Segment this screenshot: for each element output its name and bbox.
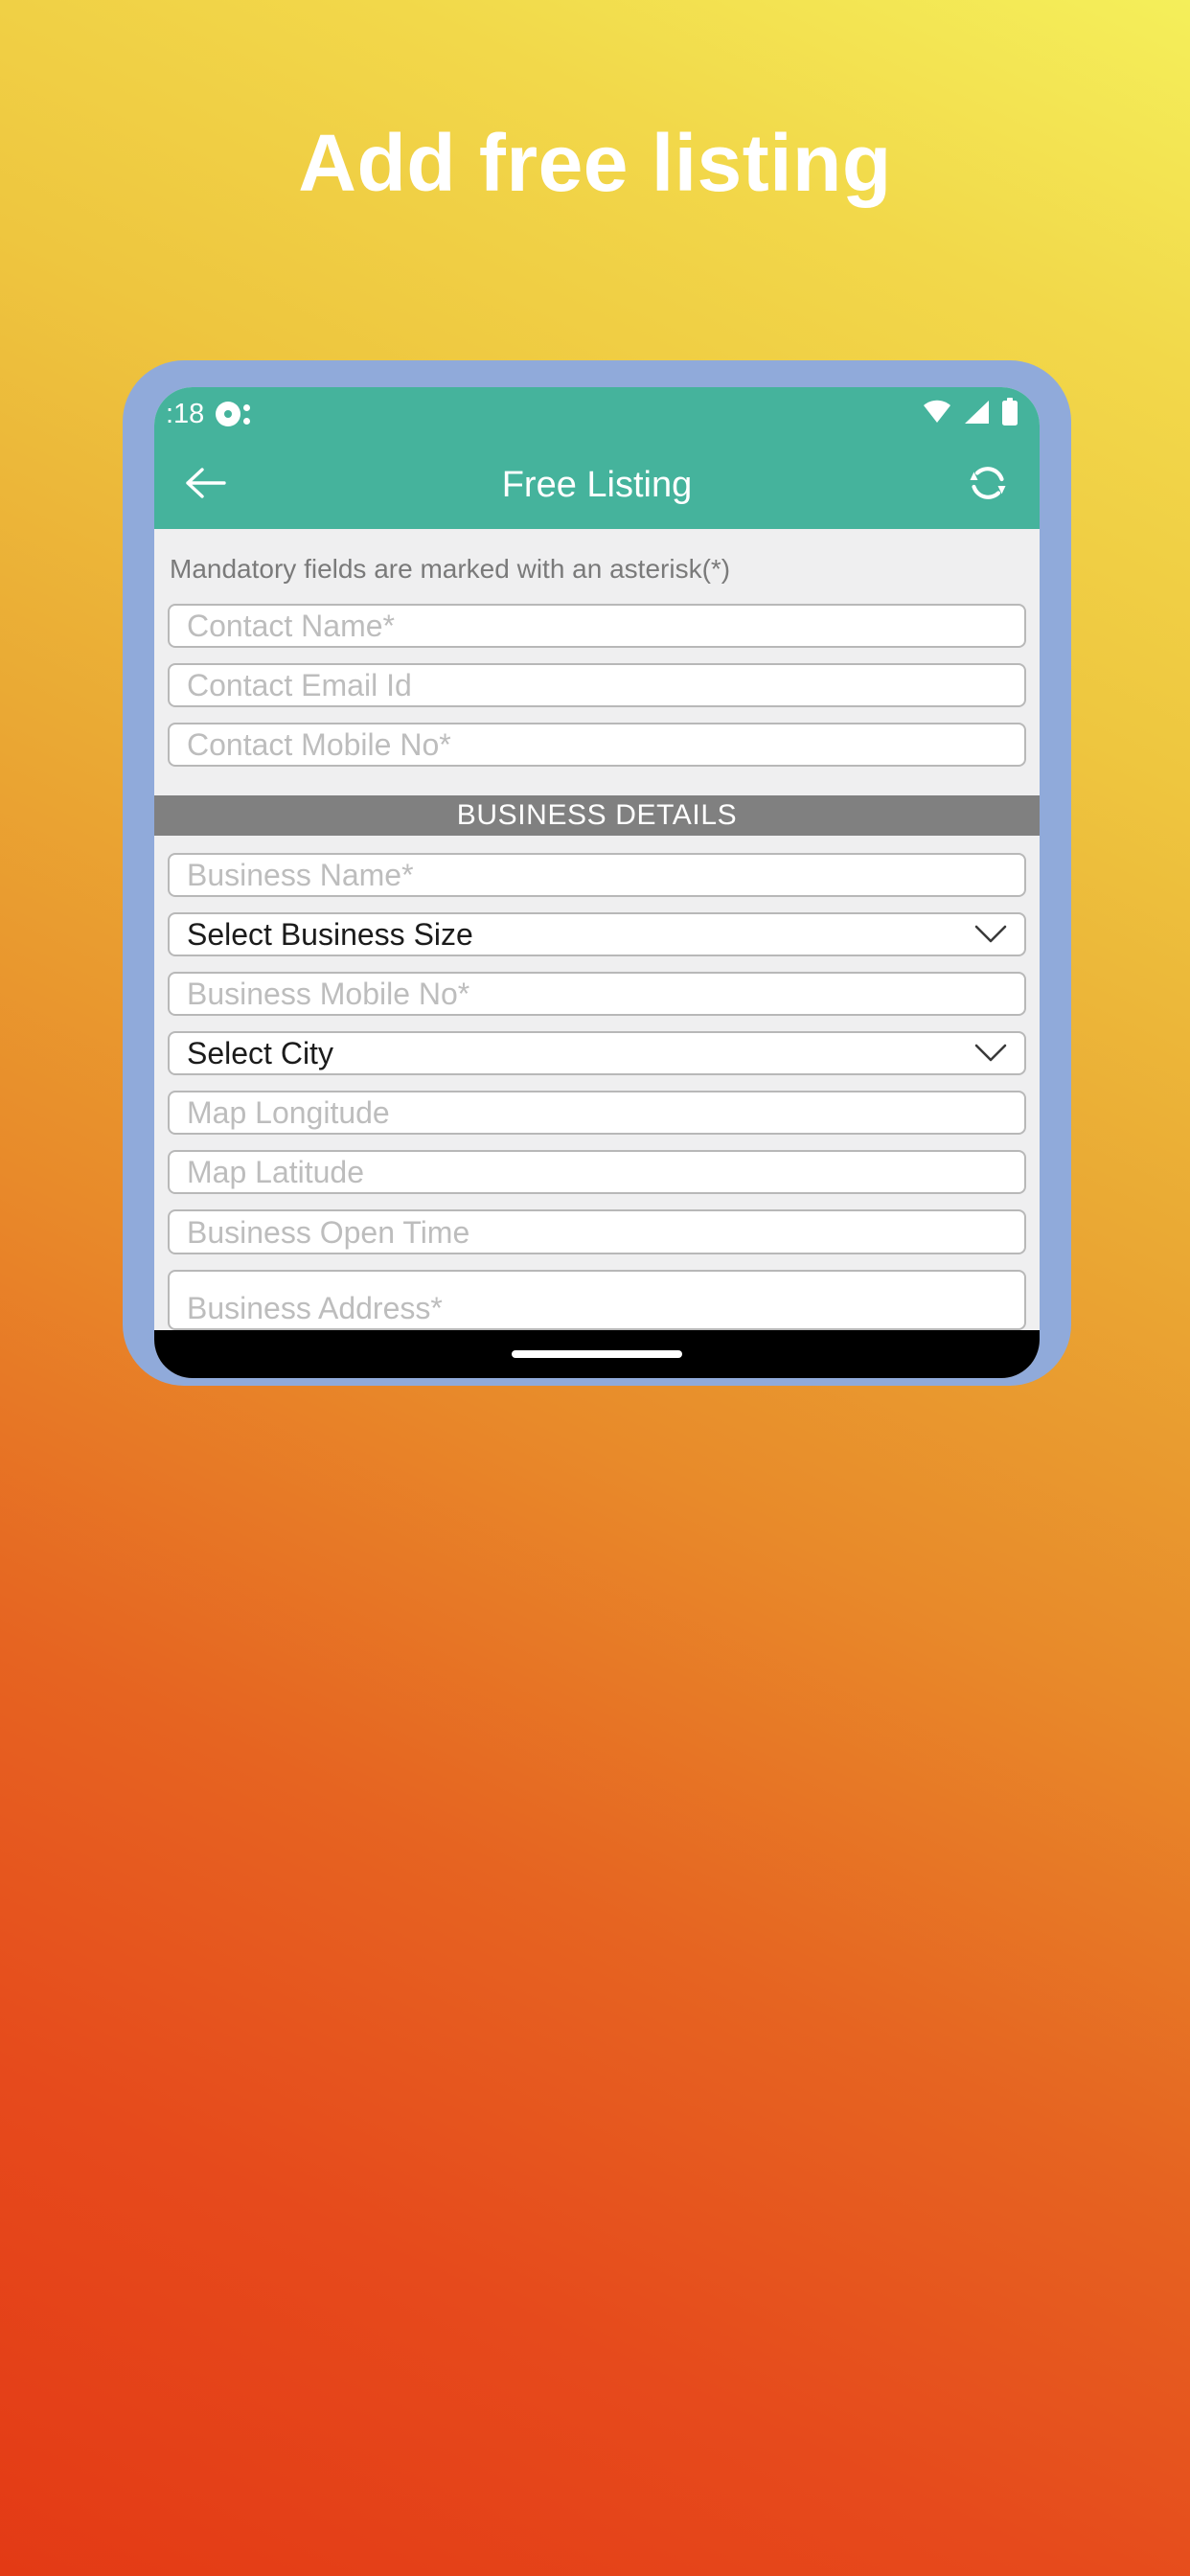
contact-mobile-placeholder: Contact Mobile No* bbox=[187, 727, 451, 763]
refresh-icon bbox=[966, 461, 1010, 510]
back-button[interactable] bbox=[179, 458, 233, 512]
map-longitude-field[interactable]: Map Longitude bbox=[168, 1091, 1026, 1136]
chevron-down-icon bbox=[974, 1037, 1007, 1070]
contact-name-field[interactable]: Contact Name* bbox=[168, 604, 1026, 649]
business-name-placeholder: Business Name* bbox=[187, 857, 414, 892]
app-bar-title: Free Listing bbox=[501, 464, 693, 505]
business-name-field[interactable]: Business Name* bbox=[168, 852, 1026, 897]
business-address-field[interactable]: Business Address* bbox=[168, 1269, 1026, 1330]
status-bar: :18 bbox=[154, 387, 1040, 441]
business-mobile-placeholder: Business Mobile No* bbox=[187, 976, 470, 1011]
contact-email-placeholder: Contact Email Id bbox=[187, 668, 412, 703]
business-size-select[interactable]: Select Business Size bbox=[168, 911, 1026, 956]
status-clock: :18 bbox=[166, 398, 205, 429]
listing-form: Mandatory fields are marked with an aste… bbox=[154, 529, 1040, 1330]
chevron-down-icon bbox=[974, 918, 1007, 951]
map-latitude-placeholder: Map Latitude bbox=[187, 1155, 365, 1190]
system-navigation-bar bbox=[154, 1330, 1040, 1378]
business-size-value: Select Business Size bbox=[187, 916, 473, 952]
contact-mobile-field[interactable]: Contact Mobile No* bbox=[168, 723, 1026, 768]
poster-background: Add free listing :18 Free Listing Mandat… bbox=[0, 0, 1190, 2576]
contact-email-field[interactable]: Contact Email Id bbox=[168, 663, 1026, 708]
phone-screen: :18 Free Listing Mandatory fields are ma… bbox=[154, 387, 1040, 1378]
record-dot-icon bbox=[216, 402, 251, 426]
mandatory-note: Mandatory fields are marked with an aste… bbox=[170, 554, 731, 584]
wifi-icon bbox=[923, 400, 951, 429]
cellular-signal-icon bbox=[963, 400, 990, 429]
battery-full-icon bbox=[1001, 397, 1018, 431]
business-open-time-placeholder: Business Open Time bbox=[187, 1214, 470, 1250]
business-details-section-header: BUSINESS DETAILS bbox=[154, 795, 1040, 836]
map-longitude-placeholder: Map Longitude bbox=[187, 1095, 390, 1131]
map-latitude-field[interactable]: Map Latitude bbox=[168, 1150, 1026, 1195]
status-bar-right bbox=[923, 397, 1018, 431]
app-bar: Free Listing bbox=[154, 441, 1040, 529]
page-title: Add free listing bbox=[298, 118, 892, 208]
city-value: Select City bbox=[187, 1036, 333, 1071]
contact-name-placeholder: Contact Name* bbox=[187, 609, 395, 644]
arrow-left-icon bbox=[185, 467, 227, 504]
business-mobile-field[interactable]: Business Mobile No* bbox=[168, 971, 1026, 1017]
home-indicator[interactable] bbox=[512, 1350, 682, 1358]
status-bar-left: :18 bbox=[166, 398, 251, 429]
business-address-placeholder: Business Address* bbox=[187, 1290, 443, 1325]
refresh-button[interactable] bbox=[961, 458, 1015, 512]
city-select[interactable]: Select City bbox=[168, 1031, 1026, 1076]
phone-mockup-frame: :18 Free Listing Mandatory fields are ma… bbox=[123, 360, 1071, 1386]
business-open-time-field[interactable]: Business Open Time bbox=[168, 1209, 1026, 1254]
